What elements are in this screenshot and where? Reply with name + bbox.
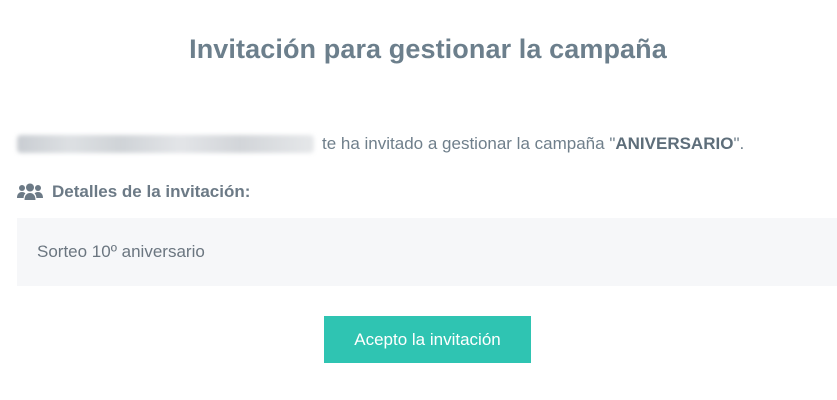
page-title: Invitación para gestionar la campaña xyxy=(189,34,667,64)
inviter-identity-redacted xyxy=(17,135,314,153)
invitation-message: te ha invitado a gestionar la campaña "A… xyxy=(17,134,744,154)
details-header-label: Detalles de la invitación: xyxy=(52,182,251,201)
invitation-message-text: te ha invitado a gestionar la campaña "A… xyxy=(322,134,744,154)
details-header: Detalles de la invitación: xyxy=(17,182,250,202)
quote-close: ". xyxy=(733,134,745,153)
invitation-details-box: Sorteo 10º aniversario xyxy=(17,218,837,286)
users-icon xyxy=(17,183,43,200)
accept-invitation-button[interactable]: Acepto la invitación xyxy=(324,316,531,363)
invitation-page: Invitación para gestionar la campaña te … xyxy=(0,0,837,400)
invitation-message-prefix: te ha invitado a gestionar la campaña xyxy=(322,134,610,153)
campaign-name: ANIVERSARIO xyxy=(615,134,734,153)
invitation-details-text: Sorteo 10º aniversario xyxy=(37,242,205,261)
